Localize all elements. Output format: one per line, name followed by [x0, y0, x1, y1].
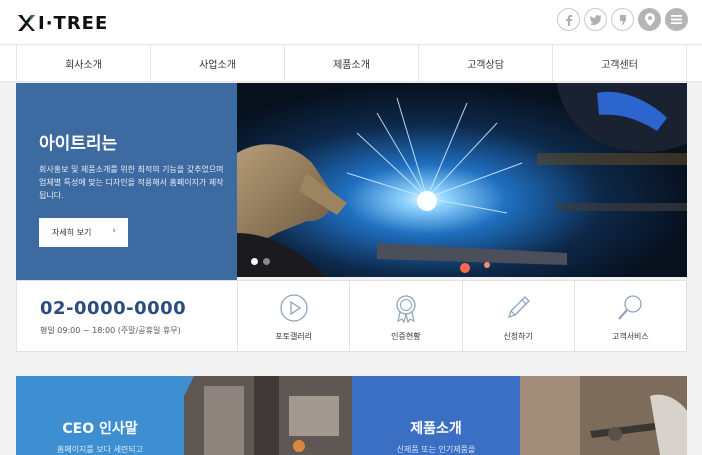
- nav-item-products[interactable]: 제품소개: [285, 45, 419, 81]
- logo-text: I·TREE: [38, 12, 109, 34]
- more-button[interactable]: 자세히 보기 ›: [39, 218, 128, 247]
- facebook-icon[interactable]: [557, 8, 580, 31]
- hero-title: 아이트리는: [39, 134, 118, 154]
- products-subtitle: 신제품 또는 인기제품을: [396, 445, 476, 454]
- quick-link-label: 인증현황: [391, 332, 421, 341]
- quick-link-service[interactable]: 고객서비스: [573, 281, 686, 351]
- menu-icon[interactable]: [665, 8, 688, 31]
- nav-item-company[interactable]: 회사소개: [17, 45, 151, 81]
- nav-item-support[interactable]: 고객센터: [553, 45, 687, 81]
- nav-item-consulting[interactable]: 고객상담: [419, 45, 553, 81]
- products-title: 제품소개: [410, 421, 462, 437]
- business-hours: 평일 09:00 ~ 18:00 (주말/공휴일 휴무): [40, 326, 181, 335]
- social-links: [557, 8, 688, 31]
- slider-dot-2[interactable]: [263, 258, 270, 265]
- search-icon: [618, 295, 643, 320]
- quick-link-gallery[interactable]: 포토갤러리: [238, 281, 349, 351]
- play-icon: [279, 294, 308, 322]
- chevron-right-icon: ›: [112, 226, 116, 236]
- nav-item-business[interactable]: 사업소개: [151, 45, 285, 81]
- slider-dots: [251, 258, 270, 265]
- hero-slider[interactable]: [237, 83, 687, 277]
- welding-image: [237, 83, 687, 277]
- quick-links: 포토갤러리 인증현황 신청하기 고객서비스: [237, 280, 687, 352]
- phone-number[interactable]: 02-0000-0000: [40, 298, 186, 319]
- products-banner[interactable]: 제품소개 신제품 또는 인기제품을: [352, 376, 520, 455]
- ceo-greeting-banner[interactable]: CEO 인사말 홈페이지를 보다 세련되고: [16, 376, 184, 455]
- kakao-icon[interactable]: [611, 8, 634, 31]
- more-button-label: 자세히 보기: [52, 228, 92, 237]
- hero-intro: 아이트리는 회사홍보 및 제품소개를 위한 최적의 기능을 갖추었으며 업체별 …: [16, 83, 237, 280]
- quick-link-label: 고객서비스: [611, 332, 649, 341]
- contact-box: 02-0000-0000 평일 09:00 ~ 18:00 (주말/공휴일 휴무…: [16, 280, 237, 352]
- quick-link-label: 포토갤러리: [275, 332, 313, 341]
- factory-image: [184, 376, 352, 455]
- page: I·TREE 회사소개 사업소개 제품소개 고객상담 고객센터 아이트리는 회사…: [0, 0, 702, 455]
- twitter-icon[interactable]: [584, 8, 607, 31]
- ceo-greeting-subtitle: 홈페이지를 보다 세련되고: [56, 445, 144, 454]
- quick-link-label: 신청하기: [503, 332, 533, 341]
- quick-link-apply[interactable]: 신청하기: [461, 281, 574, 351]
- hero-description: 회사홍보 및 제품소개를 위한 최적의 기능을 갖추었으며 업체별 특성에 맞는…: [39, 165, 224, 200]
- pencil-icon: [508, 296, 531, 319]
- location-icon[interactable]: [638, 8, 661, 31]
- slider-dot-1[interactable]: [251, 258, 258, 265]
- ceo-greeting-title: CEO 인사말: [62, 421, 138, 437]
- main-nav: 회사소개 사업소개 제품소개 고객상담 고객센터: [0, 44, 702, 82]
- worker-image: [520, 376, 687, 455]
- header: I·TREE: [0, 0, 702, 44]
- logo[interactable]: I·TREE: [16, 12, 108, 34]
- medal-icon: [396, 295, 416, 323]
- logo-x-icon: [18, 15, 35, 31]
- quick-link-certification[interactable]: 인증현황: [349, 281, 461, 351]
